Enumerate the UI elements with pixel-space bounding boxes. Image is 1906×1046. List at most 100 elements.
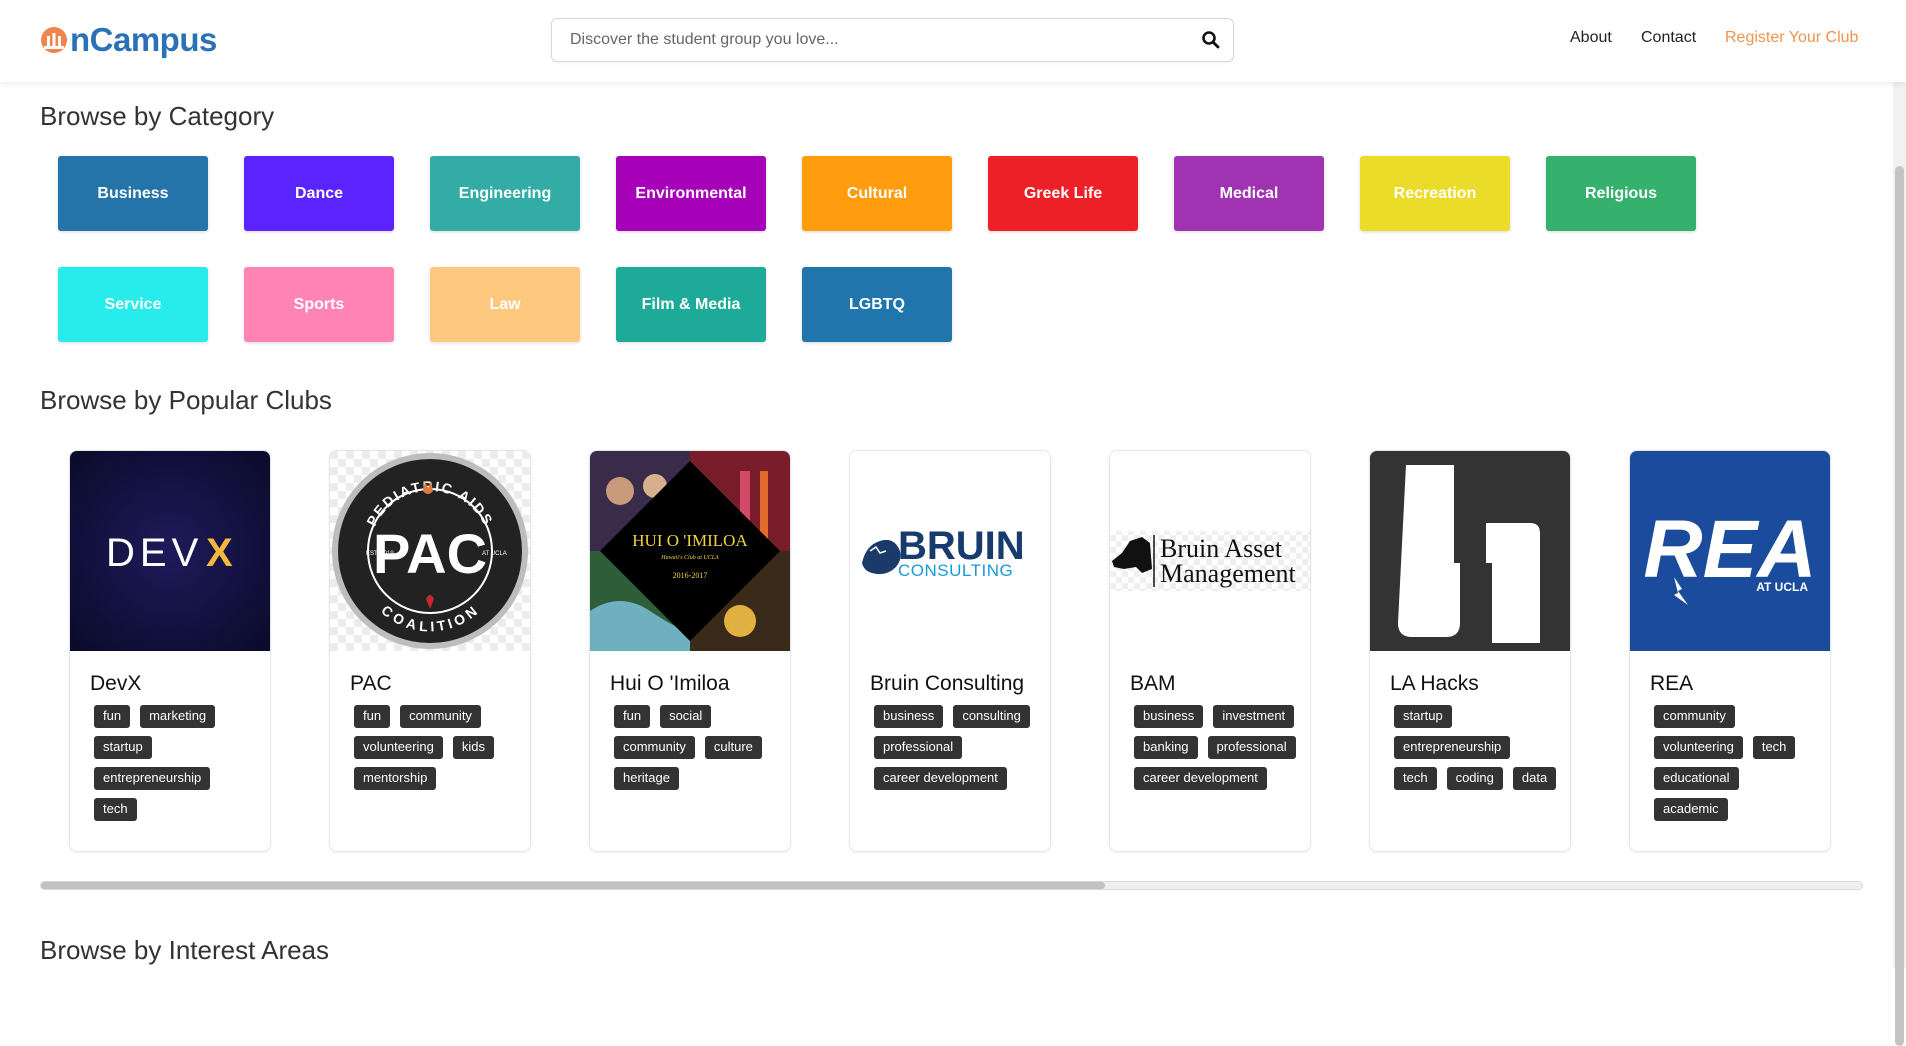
svg-text:EST. 2019: EST. 2019 [366,551,394,557]
tag[interactable]: startup [1394,705,1452,728]
club-tags: fun community volunteering kids mentorsh… [354,705,519,790]
tag[interactable]: tech [1752,736,1796,759]
club-logo-pac: PEDIATRIC AIDS COALITION PAC EST. 2019 A… [330,451,530,651]
popular-clubs-section-title: Browse by Popular Clubs [40,385,332,415]
category-tile-recreation[interactable]: Recreation [1360,156,1510,231]
tag[interactable]: marketing [140,705,216,728]
search-icon[interactable] [1201,30,1221,50]
club-name: REA [1650,672,1694,695]
club-tags: business investment banking professional… [1134,705,1299,790]
club-tags: fun social community culture heritage [614,705,779,790]
svg-text:Hawaii's Club at UCLA: Hawaii's Club at UCLA [660,555,719,561]
logo-text: nCampus [70,20,217,58]
tag[interactable]: academic [1654,798,1728,821]
page-scrollbar-thumb[interactable] [1895,166,1904,1046]
club-tags: business consulting professional career … [874,705,1039,790]
club-card-devx[interactable]: DEV X DevX fun marketing startup entrepr… [69,450,271,852]
category-tile-engineering[interactable]: Engineering [430,156,580,231]
tag[interactable]: banking [1134,736,1198,759]
tag[interactable]: tech [1394,767,1437,790]
category-tile-religious[interactable]: Religious [1546,156,1696,231]
tag[interactable]: entrepreneurship [94,767,211,790]
tag[interactable]: educational [1654,767,1739,790]
svg-text:DEV: DEV [106,531,203,575]
tag[interactable]: entrepreneurship [1394,736,1511,759]
tag[interactable]: community [614,736,695,759]
tag[interactable]: community [400,705,481,728]
tag[interactable]: business [874,705,944,728]
tag[interactable]: volunteering [1654,736,1743,759]
svg-text:CONSULTING: CONSULTING [898,561,1013,580]
category-section-title: Browse by Category [40,101,275,131]
category-tile-business[interactable]: Business [58,156,208,231]
club-logo-la-hacks [1370,451,1570,651]
oncampus-logo[interactable]: nCampus [38,18,217,60]
club-card-bam[interactable]: Bruin Asset Management BAM business inve… [1109,450,1311,852]
tag[interactable]: investment [1213,705,1295,728]
tag[interactable]: fun [614,705,651,728]
category-tile-law[interactable]: Law [430,267,580,342]
category-tile-greek-life[interactable]: Greek Life [988,156,1138,231]
club-card-bruin-consulting[interactable]: BRUIN CONSULTING Bruin Consulting busine… [849,450,1051,852]
tag[interactable]: tech [94,798,137,821]
club-logo-rea: REA AT UCLA [1630,451,1830,651]
nav-register-club-link[interactable]: Register Your Club [1725,29,1858,47]
category-tile-film-media[interactable]: Film & Media [616,267,766,342]
tag[interactable]: mentorship [354,767,437,790]
club-name: BAM [1130,672,1176,695]
svg-text:HUI O 'IMILOA: HUI O 'IMILOA [632,531,748,550]
category-tile-sports[interactable]: Sports [244,267,394,342]
search-bar [551,18,1234,62]
tag[interactable]: career development [1134,767,1267,790]
svg-text:AT UCLA: AT UCLA [482,551,507,557]
tag[interactable]: fun [94,705,131,728]
tag[interactable]: community [1654,705,1735,728]
club-name: LA Hacks [1390,672,1479,695]
tag[interactable]: startup [94,736,152,759]
category-tile-environmental[interactable]: Environmental [616,156,766,231]
club-tags: fun marketing startup entrepreneurship t… [94,705,259,821]
svg-text:2016-2017: 2016-2017 [673,571,708,580]
svg-text:Management: Management [1160,559,1297,588]
page-scrollbar[interactable] [1893,82,1906,1046]
tag[interactable]: fun [354,705,391,728]
clubs-scrollbar-thumb[interactable] [41,882,1105,889]
club-tags: startup entrepreneurship tech coding dat… [1394,705,1559,790]
svg-text:AT UCLA: AT UCLA [1756,580,1808,594]
club-logo-hui-o-imiloa: HUI O 'IMILOA Hawaii's Club at UCLA 2016… [590,451,790,651]
club-card-pac[interactable]: PEDIATRIC AIDS COALITION PAC EST. 2019 A… [329,450,531,852]
tag[interactable]: social [660,705,712,728]
category-tile-service[interactable]: Service [58,267,208,342]
tag[interactable]: consulting [953,705,1030,728]
interest-areas-section-title: Browse by Interest Areas [40,935,330,965]
category-tile-cultural[interactable]: Cultural [802,156,952,231]
tag[interactable]: career development [874,767,1007,790]
tag[interactable]: heritage [614,767,679,790]
club-name: Bruin Consulting [870,672,1025,695]
clubs-horizontal-scrollbar[interactable] [40,881,1863,890]
nav-about-link[interactable]: About [1570,29,1612,47]
tag[interactable]: data [1512,767,1557,790]
tag[interactable]: culture [704,736,762,759]
tag[interactable]: coding [1446,767,1503,790]
svg-text:X: X [206,531,233,575]
tag[interactable]: professional [1207,736,1296,759]
club-name: PAC [350,672,392,695]
category-tile-dance[interactable]: Dance [244,156,394,231]
category-tile-medical[interactable]: Medical [1174,156,1324,231]
nav-contact-link[interactable]: Contact [1641,29,1696,47]
tag[interactable]: business [1134,705,1204,728]
category-tile-lgbtq[interactable]: LGBTQ [802,267,952,342]
tag[interactable]: kids [452,736,494,759]
club-card-la-hacks[interactable]: LA Hacks startup entrepreneurship tech c… [1369,450,1571,852]
club-card-hui-o-imiloa[interactable]: HUI O 'IMILOA Hawaii's Club at UCLA 2016… [589,450,791,852]
club-logo-devx: DEV X [70,451,270,651]
search-input[interactable] [570,19,1170,60]
club-logo-bruin-consulting: BRUIN CONSULTING [850,451,1050,651]
logo-o-icon [41,27,67,53]
tag[interactable]: volunteering [354,736,443,759]
tag[interactable]: professional [874,736,963,759]
club-card-rea[interactable]: REA AT UCLA REA community volunteering t… [1629,450,1831,852]
club-tags: community volunteering tech educational … [1654,705,1819,821]
club-name: Hui O 'Imiloa [610,672,730,695]
